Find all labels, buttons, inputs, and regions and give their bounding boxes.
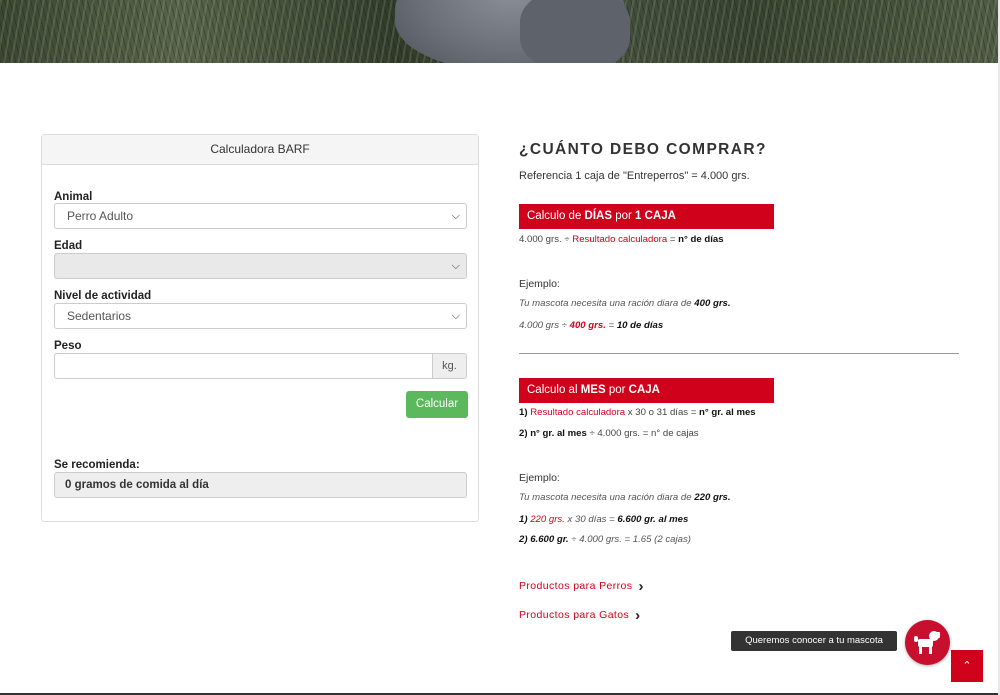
mes-ejemplo-label: Ejemplo: [519, 472, 560, 484]
link-productos-gatos[interactable]: Productos para Gatos › [519, 607, 641, 624]
animal-label: Animal [54, 191, 93, 203]
chevron-down-icon: ⌵ [451, 310, 460, 322]
link-productos-perros[interactable]: Productos para Perros › [519, 578, 644, 595]
recomienda-result: 0 gramos de comida al día [54, 472, 467, 498]
mes-banner: Calculo al MES por CAJA [519, 378, 774, 403]
scroll-top-button[interactable]: ⌃ [951, 650, 983, 682]
chevron-right-icon: › [635, 607, 641, 624]
calculator-title: Calculadora BARF [42, 135, 478, 165]
info-reference: Referencia 1 caja de "Entreperros" = 4.0… [519, 170, 750, 182]
dog-photo-head [520, 0, 630, 63]
peso-unit: kg. [432, 353, 467, 379]
mes-formula-2: 2) n° gr. al mes ÷ 4.000 grs. = n° de ca… [519, 428, 699, 439]
recomienda-label: Se recomienda: [54, 459, 140, 471]
calculator-panel: Calculadora BARF Animal Perro Adulto ⌵ E… [41, 134, 479, 522]
peso-label: Peso [54, 340, 82, 352]
divider [519, 353, 959, 354]
mascota-tooltip: Queremos conocer a tu mascota [731, 631, 897, 651]
dias-ejemplo-line1: Tu mascota necesita una ración diara de … [519, 298, 731, 309]
chevron-right-icon: › [638, 578, 644, 595]
dias-banner: Calculo de DÍAS por 1 CAJA [519, 204, 774, 229]
dias-ejemplo-line2: 4.000 grs ÷ 400 grs. = 10 de días [519, 320, 664, 331]
edad-label: Edad [54, 240, 83, 252]
mes-ejemplo-line2: 1) 220 grs. x 30 días = 6.600 gr. al mes [519, 514, 689, 525]
mes-formula-1: 1) Resultado calculadora x 30 o 31 días … [519, 407, 756, 418]
peso-input[interactable] [54, 353, 433, 379]
animal-select-value: Perro Adulto [67, 209, 134, 223]
chevron-down-icon: ⌵ [451, 210, 460, 222]
dias-ejemplo-label: Ejemplo: [519, 278, 560, 290]
mes-ejemplo-line3: 2) 6.600 gr. ÷ 4.000 grs. = 1.65 (2 caja… [519, 534, 691, 545]
actividad-label: Nivel de actividad [54, 290, 152, 302]
dog-icon [914, 631, 940, 654]
info-title: ¿CUÁNTO DEBO COMPRAR? [519, 141, 767, 158]
hero-image [0, 0, 1000, 63]
calcular-button[interactable]: Calcular [406, 391, 468, 418]
edad-select[interactable]: ⌵ [54, 253, 467, 279]
animal-select[interactable]: Perro Adulto ⌵ [54, 203, 467, 229]
actividad-select[interactable]: Sedentarios ⌵ [54, 303, 467, 329]
chevron-up-icon: ⌃ [962, 660, 972, 672]
chevron-down-icon: ⌵ [451, 260, 460, 272]
actividad-select-value: Sedentarios [67, 309, 132, 323]
dias-formula: 4.000 grs. ÷ Resultado calculadora = n° … [519, 234, 724, 245]
mes-ejemplo-line1: Tu mascota necesita una ración diara de … [519, 492, 731, 503]
mascota-button[interactable] [905, 620, 950, 665]
peso-input-group: kg. [54, 353, 467, 379]
